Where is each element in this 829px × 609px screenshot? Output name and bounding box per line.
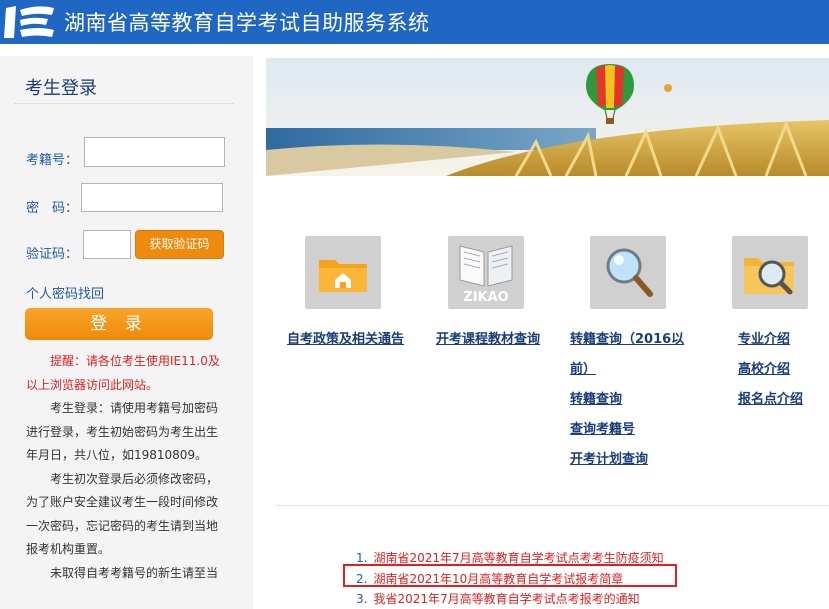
major-intro-link[interactable]: 专业介绍 <box>738 328 790 347</box>
college-intro-link[interactable]: 高校介绍 <box>738 358 790 377</box>
password-recovery-link[interactable]: 个人密码找回 <box>26 283 104 302</box>
browser-warning: 提醒：请各位考生使用IE11.0及以上浏览器访问此网站。 <box>26 354 220 392</box>
zikao-book-icon[interactable]: ZIKAO <box>448 236 524 309</box>
magnifier-icon[interactable] <box>590 236 666 309</box>
login-title: 考生登录 <box>25 78 97 99</box>
login-button[interactable]: 登 录 <box>25 308 213 340</box>
exam-plan-query-link[interactable]: 开考计划查询 <box>570 448 648 467</box>
exam-id-query-link[interactable]: 查询考籍号 <box>570 418 635 437</box>
course-textbook-link[interactable]: 开考课程教材查询 <box>436 328 540 347</box>
transfer-query-link[interactable]: 转籍查询 <box>570 388 622 407</box>
site-title: 湖南省高等教育自学考试自助服务系统 <box>64 11 430 35</box>
notice-number: 1. <box>356 551 368 565</box>
notice-text[interactable]: 湖南省2021年7月高等教育自学考试点考考生防疫须知 <box>373 551 663 565</box>
registration-point-link[interactable]: 报名点介绍 <box>738 388 803 407</box>
exam-id-input[interactable] <box>84 137 225 167</box>
zikao-text: ZIKAO <box>463 290 508 305</box>
folder-search-icon[interactable] <box>732 236 808 309</box>
password-label: 密 码： <box>26 201 79 216</box>
exam-id-label: 考籍号： <box>26 153 79 168</box>
captcha-label: 验证码： <box>26 247 79 262</box>
header-bar: 湖南省高等教育自学考试自助服务系统 <box>0 0 829 44</box>
new-student-note: 未取得自考考籍号的新生请至当 <box>50 565 219 580</box>
transfer-query-2016-link[interactable]: 转籍查询（2016以 <box>570 328 684 347</box>
transfer-query-2016-link-cont[interactable]: 前） <box>570 358 596 377</box>
logo-icon <box>4 6 54 38</box>
divider <box>14 103 234 104</box>
login-instructions: 考生登录：请使用考籍号加密码进行登录，考生初始密码为考生出生年月日，共八位，如1… <box>26 401 219 462</box>
highlight-box <box>343 564 677 587</box>
policy-notice-link[interactable]: 自考政策及相关通告 <box>287 328 404 347</box>
login-panel: 考生登录 考籍号： 密 码： 验证码： 获取验证码 个人密码找回 登 录 提醒：… <box>0 56 253 609</box>
notice-item[interactable]: 3. 我省2021年7月高等教育自学考试点考报考的通知 <box>356 590 640 607</box>
get-captcha-button[interactable]: 获取验证码 <box>135 230 224 259</box>
password-change-note: 考生初次登录后必须修改密码，为了账户安全建议考生一段时间修改一次密码，忘记密码的… <box>26 471 219 557</box>
folder-home-icon[interactable] <box>305 236 381 309</box>
login-notes: 提醒：请各位考生使用IE11.0及以上浏览器访问此网站。 考生登录：请使用考籍号… <box>26 350 226 585</box>
password-input[interactable] <box>81 183 223 212</box>
notice-number: 3. <box>356 592 368 606</box>
divider <box>276 505 829 506</box>
notice-text[interactable]: 我省2021年7月高等教育自学考试点考报考的通知 <box>373 592 639 606</box>
captcha-input[interactable] <box>83 230 131 259</box>
banner-image <box>266 58 829 176</box>
